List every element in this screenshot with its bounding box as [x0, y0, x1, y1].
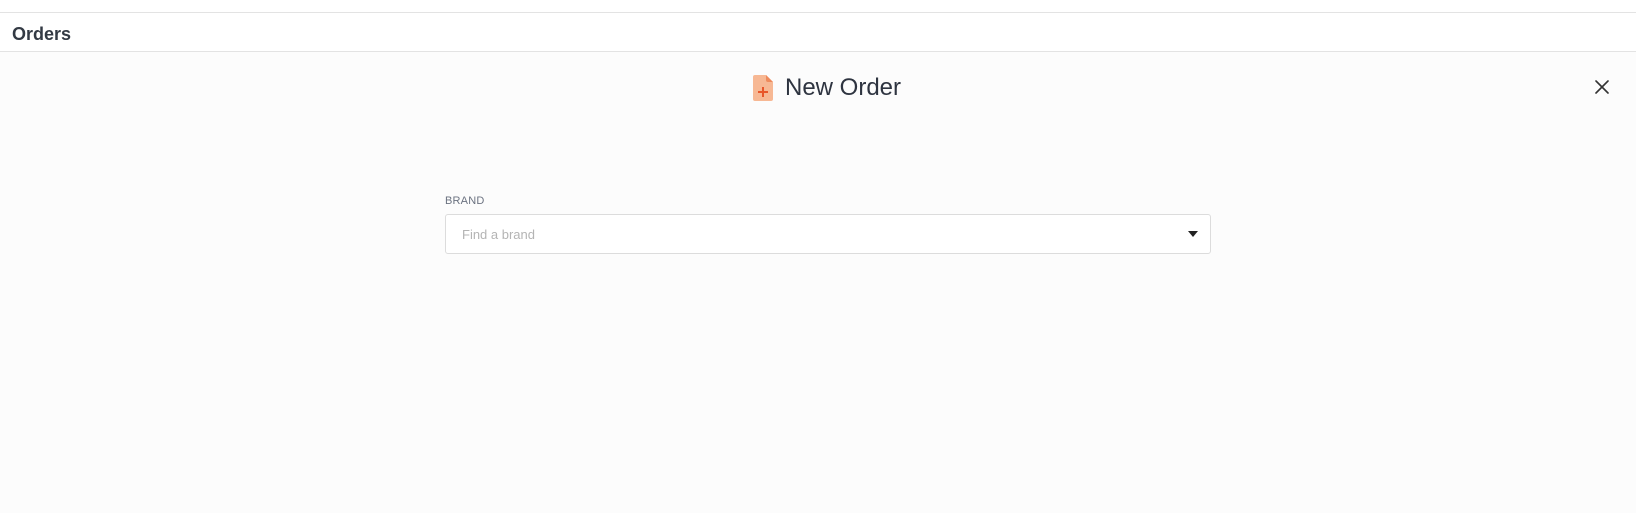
- page-title: Orders: [12, 24, 72, 44]
- orders-header: Orders: [0, 13, 1636, 52]
- new-document-icon: [752, 75, 773, 101]
- modal-header: New Order: [0, 70, 1636, 106]
- chevron-down-icon[interactable]: [1188, 231, 1198, 237]
- brand-label: BRAND: [445, 195, 485, 207]
- brand-select[interactable]: [445, 214, 1211, 254]
- page: Orders New Order BRAND: [0, 0, 1636, 513]
- top-bar: [0, 0, 1636, 13]
- new-order-form: BRAND: [445, 194, 1213, 254]
- close-button[interactable]: [1592, 78, 1612, 98]
- modal-title: New Order: [784, 74, 902, 101]
- brand-search-input[interactable]: [446, 215, 1178, 253]
- close-icon: [1595, 79, 1609, 97]
- modal-title-group: New Order: [752, 73, 902, 103]
